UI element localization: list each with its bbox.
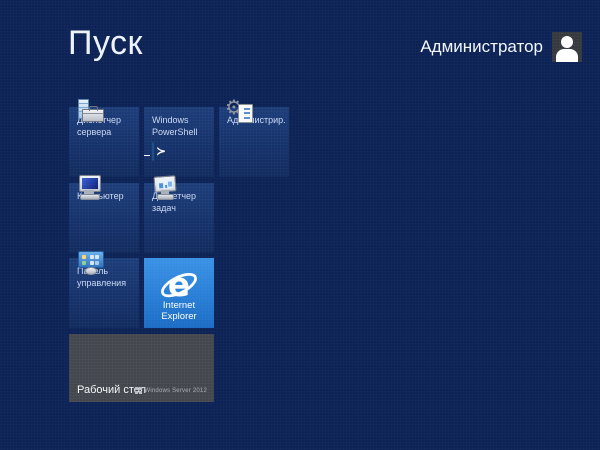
powershell-icon [152, 142, 154, 161]
watermark-text: Windows Server 2012 [145, 388, 208, 394]
avatar-head-shape [561, 36, 573, 48]
tile-task-manager[interactable]: Диспетчер задач [144, 183, 214, 253]
tile-label: Windows PowerShell [152, 114, 210, 138]
tile-computer[interactable]: Компьютер [69, 183, 139, 253]
avatar-body-shape [556, 49, 578, 62]
user-avatar-icon[interactable] [552, 32, 582, 62]
user-name[interactable]: Администратор [420, 32, 543, 62]
tile-server-manager[interactable]: Диспетчер сервера [69, 107, 139, 177]
user-area[interactable]: Администратор [420, 32, 582, 62]
start-screen: { "header": { "title": "Пуск", "user": {… [0, 0, 600, 450]
tile-desktop[interactable]: Рабочий стол Windows Server 2012 [69, 334, 214, 402]
tile-windows-powershell[interactable]: Windows PowerShell [144, 107, 214, 177]
tile-control-panel[interactable]: Панель управления [69, 258, 139, 328]
svg-text:e: e [168, 266, 190, 304]
desktop-watermark: Windows Server 2012 [135, 387, 208, 394]
tile-administrative-tools[interactable]: Администрир... ⚙ [219, 107, 289, 177]
tile-internet-explorer[interactable]: e Internet Explorer [144, 258, 214, 328]
page-title: Пуск [68, 24, 143, 63]
tile-label: Internet Explorer [144, 300, 214, 322]
windows-flag-icon [135, 387, 142, 394]
